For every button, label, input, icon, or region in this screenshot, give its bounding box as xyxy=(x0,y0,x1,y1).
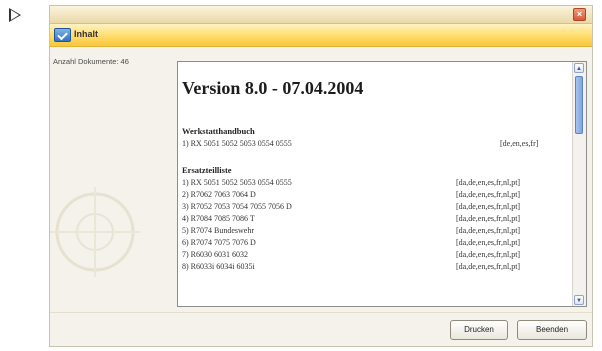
item-name: 1) RX 5051 5052 5053 0554 0555 xyxy=(182,139,292,148)
item-name: 6) R7074 7075 7076 D xyxy=(182,238,256,247)
left-panel: Anzahl Dokumente: 46 xyxy=(50,47,170,307)
item-languages: [da,de,en,es,fr,nl,pt] xyxy=(456,178,521,187)
document-count: Anzahl Dokumente: 46 xyxy=(53,57,129,66)
close-button[interactable]: × xyxy=(573,8,586,21)
content-scroll-area: Version 8.0 - 07.04.2004 Werkstatthandbu… xyxy=(178,62,572,306)
checkmark-folder-icon xyxy=(54,28,71,42)
item-languages: [de,en,es,fr] xyxy=(500,139,539,148)
list-item[interactable]: 5) R7074 Bundeswehr [da,de,en,es,fr,nl,p… xyxy=(182,226,567,237)
item-name: 3) R7052 7053 7054 7055 7056 D xyxy=(182,202,292,211)
watermark-graphic xyxy=(50,187,140,277)
list-item[interactable]: 8) R6033i 6034i 6035i [da,de,en,es,fr,nl… xyxy=(182,262,567,273)
list-item[interactable]: 4) R7084 7085 7086 T [da,de,en,es,fr,nl,… xyxy=(182,214,567,225)
section-title-werkstatthandbuch: Werkstatthandbuch xyxy=(182,126,255,136)
header-bar: Inhalt xyxy=(50,24,592,47)
play-icon[interactable] xyxy=(9,8,21,22)
item-languages: [da,de,en,es,fr,nl,pt] xyxy=(456,238,521,247)
item-languages: [da,de,en,es,fr,nl,pt] xyxy=(456,262,521,271)
scroll-up-arrow-icon[interactable]: ▲ xyxy=(574,63,584,73)
dialog-window: × Inhalt Anzahl Dokumente: 46 Version 8.… xyxy=(49,5,593,347)
list-item[interactable]: 6) R7074 7075 7076 D [da,de,en,es,fr,nl,… xyxy=(182,238,567,249)
item-name: 1) RX 5051 5052 5053 0554 0555 xyxy=(182,178,292,187)
item-name: 2) R7062 7063 7064 D xyxy=(182,190,256,199)
exit-button[interactable]: Beenden xyxy=(517,320,587,340)
item-languages: [da,de,en,es,fr,nl,pt] xyxy=(456,226,521,235)
item-name: 5) R7074 Bundeswehr xyxy=(182,226,254,235)
list-item[interactable]: 7) R6030 6031 6032 [da,de,en,es,fr,nl,pt… xyxy=(182,250,567,261)
list-item[interactable]: 1) RX 5051 5052 5053 0554 0555 [de,en,es… xyxy=(182,139,567,150)
item-languages: [da,de,en,es,fr,nl,pt] xyxy=(456,190,521,199)
content-list-box[interactable]: Version 8.0 - 07.04.2004 Werkstatthandbu… xyxy=(177,61,587,307)
section-title-ersatzteilliste: Ersatzteilliste xyxy=(182,165,232,175)
header-title: Inhalt xyxy=(74,29,98,39)
scroll-down-arrow-icon[interactable]: ▼ xyxy=(574,295,584,305)
item-name: 8) R6033i 6034i 6035i xyxy=(182,262,255,271)
print-button[interactable]: Drucken xyxy=(450,320,508,340)
list-item[interactable]: 1) RX 5051 5052 5053 0554 0555 [da,de,en… xyxy=(182,178,567,189)
item-name: 4) R7084 7085 7086 T xyxy=(182,214,255,223)
footer-divider xyxy=(50,312,592,313)
item-languages: [da,de,en,es,fr,nl,pt] xyxy=(456,250,521,259)
item-name: 7) R6030 6031 6032 xyxy=(182,250,248,259)
screen: × Inhalt Anzahl Dokumente: 46 Version 8.… xyxy=(0,0,602,351)
version-title: Version 8.0 - 07.04.2004 xyxy=(182,78,364,98)
vertical-scrollbar[interactable]: ▲ ▼ xyxy=(572,62,586,306)
close-icon: × xyxy=(576,9,583,19)
scrollbar-thumb[interactable] xyxy=(575,76,583,134)
item-languages: [da,de,en,es,fr,nl,pt] xyxy=(456,202,521,211)
title-bar[interactable]: × xyxy=(50,6,592,24)
list-item[interactable]: 2) R7062 7063 7064 D [da,de,en,es,fr,nl,… xyxy=(182,190,567,201)
item-languages: [da,de,en,es,fr,nl,pt] xyxy=(456,214,521,223)
list-item[interactable]: 3) R7052 7053 7054 7055 7056 D [da,de,en… xyxy=(182,202,567,213)
